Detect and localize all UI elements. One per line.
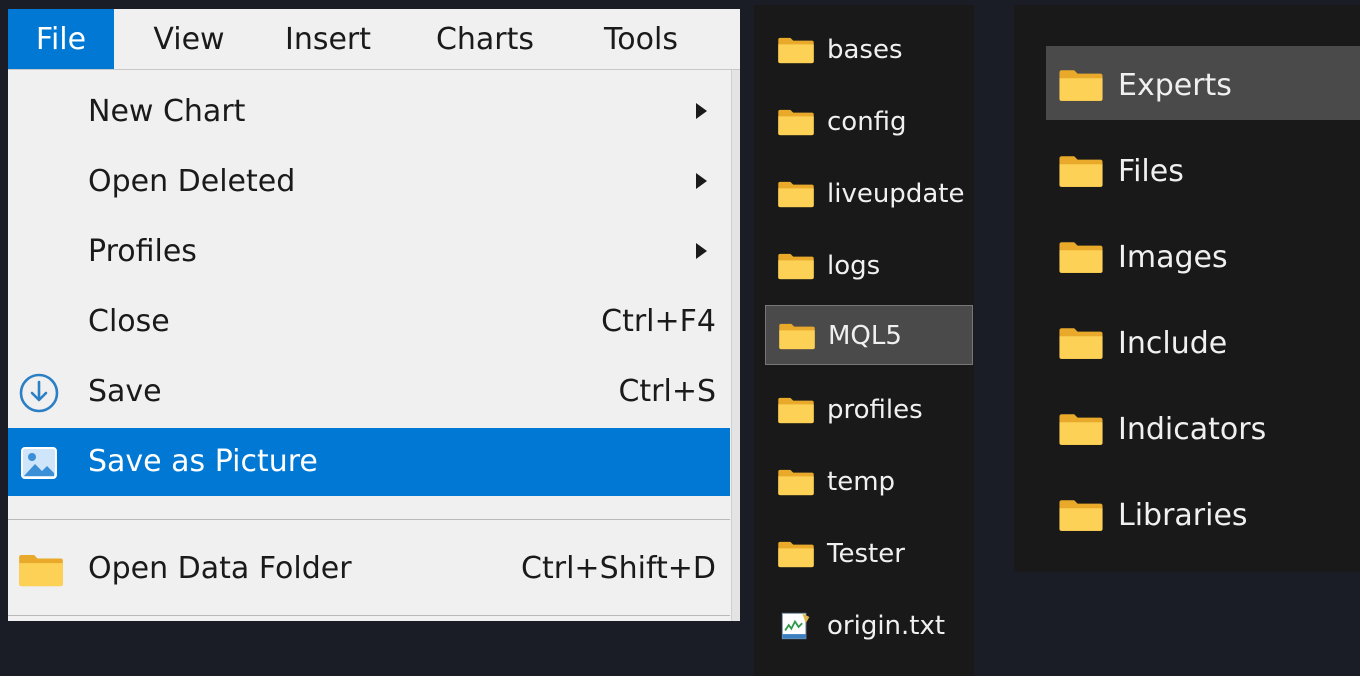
- mql5-folder-list: Experts Files Images Include Indicators …: [1014, 5, 1360, 572]
- picture-icon: [18, 442, 60, 484]
- folder-icon: [777, 468, 815, 496]
- file-menu-window: File View Insert Charts Tools New Chart …: [8, 9, 740, 621]
- folder-name: bases: [827, 35, 903, 65]
- folder-name: liveupdate: [827, 179, 965, 209]
- folder-item-profiles[interactable]: profiles: [765, 380, 973, 440]
- folder-name: Experts: [1118, 68, 1232, 103]
- folder-icon: [777, 36, 815, 64]
- folder-name: MQL5: [828, 321, 902, 351]
- folder-name: Indicators: [1118, 412, 1267, 447]
- folder-icon: [1058, 498, 1104, 532]
- menu-item-label: New Chart: [88, 94, 246, 129]
- submenu-arrow-icon: [696, 243, 707, 259]
- save-download-icon: [18, 372, 60, 414]
- folder-icon: [18, 551, 60, 593]
- folder-item-indicators[interactable]: Indicators: [1046, 390, 1360, 464]
- folder-name: profiles: [827, 395, 923, 425]
- menu-charts[interactable]: Charts: [420, 9, 550, 69]
- menu-view[interactable]: View: [130, 9, 248, 69]
- menu-item-open-data-folder[interactable]: Open Data Folder Ctrl+Shift+D: [8, 535, 730, 603]
- folder-item-files[interactable]: Files: [1046, 132, 1360, 206]
- file-dropdown: New Chart Open Deleted Profiles Close Ct…: [8, 70, 740, 621]
- menu-file[interactable]: File: [8, 9, 114, 69]
- menubar: File View Insert Charts Tools: [8, 9, 740, 70]
- menu-item-new-chart[interactable]: New Chart: [8, 78, 730, 146]
- folder-icon: [778, 322, 816, 350]
- menu-item-label: Save as Picture: [88, 444, 318, 479]
- folder-name: logs: [827, 251, 881, 281]
- shortcut-label: Ctrl+F4: [601, 304, 716, 339]
- folder-item-tester[interactable]: Tester: [765, 524, 973, 584]
- folder-icon: [1058, 154, 1104, 188]
- shortcut-label: Ctrl+Shift+D: [521, 551, 716, 586]
- menu-item-label: Profiles: [88, 234, 197, 269]
- folder-icon: [777, 252, 815, 280]
- folder-icon: [1058, 68, 1104, 102]
- folder-icon: [777, 108, 815, 136]
- folder-item-config[interactable]: config: [765, 92, 973, 152]
- text-file-icon: [781, 612, 810, 640]
- folder-name: Files: [1118, 154, 1184, 189]
- menu-item-open-deleted[interactable]: Open Deleted: [8, 148, 730, 216]
- folder-item-libraries[interactable]: Libraries: [1046, 476, 1360, 550]
- submenu-arrow-icon: [696, 103, 707, 119]
- menu-separator: [8, 519, 730, 520]
- folder-icon: [1058, 240, 1104, 274]
- shortcut-label: Ctrl+S: [618, 374, 716, 409]
- file-name: origin.txt: [827, 611, 946, 641]
- folder-icon: [1058, 326, 1104, 360]
- menu-item-label: Open Data Folder: [88, 551, 352, 586]
- folder-name: temp: [827, 467, 896, 497]
- folder-item-bases[interactable]: bases: [765, 20, 973, 80]
- submenu-arrow-icon: [696, 173, 707, 189]
- menu-item-close[interactable]: Close Ctrl+F4: [8, 288, 730, 356]
- menu-separator: [8, 615, 730, 616]
- menu-tools[interactable]: Tools: [586, 9, 696, 69]
- folder-item-mql5[interactable]: MQL5: [765, 305, 973, 365]
- folder-name: Tester: [827, 539, 905, 569]
- folder-icon: [1058, 412, 1104, 446]
- file-item-origin-txt[interactable]: origin.txt: [765, 596, 973, 656]
- menu-edge: [731, 70, 740, 621]
- menu-item-save[interactable]: Save Ctrl+S: [8, 358, 730, 426]
- folder-name: Images: [1118, 240, 1228, 275]
- folder-name: Include: [1118, 326, 1228, 361]
- folder-item-logs[interactable]: logs: [765, 236, 973, 296]
- menu-item-save-as-picture[interactable]: Save as Picture: [8, 428, 730, 496]
- folder-item-temp[interactable]: temp: [765, 452, 973, 512]
- folder-icon: [777, 180, 815, 208]
- menu-item-profiles[interactable]: Profiles: [8, 218, 730, 286]
- menu-item-label: Open Deleted: [88, 164, 296, 199]
- folder-item-experts[interactable]: Experts: [1046, 46, 1360, 120]
- menu-item-label: Close: [88, 304, 170, 339]
- folder-item-images[interactable]: Images: [1046, 218, 1360, 292]
- menu-insert[interactable]: Insert: [270, 9, 386, 69]
- folder-icon: [777, 396, 815, 424]
- folder-name: config: [827, 107, 907, 137]
- folder-name: Libraries: [1118, 498, 1248, 533]
- data-folder-list: bases config liveupdate logs MQL5 profil…: [754, 5, 974, 676]
- folder-icon: [777, 540, 815, 568]
- folder-item-include[interactable]: Include: [1046, 304, 1360, 378]
- menu-item-label: Save: [88, 374, 162, 409]
- folder-item-liveupdate[interactable]: liveupdate: [765, 164, 973, 224]
